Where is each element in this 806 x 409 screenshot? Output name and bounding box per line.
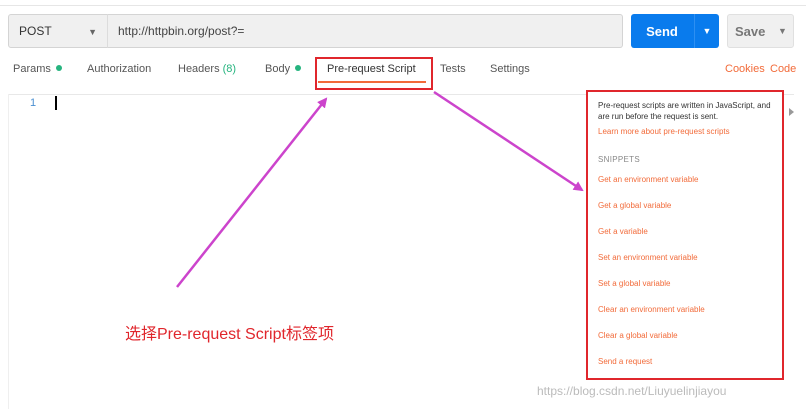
annotation-arrow-to-tab xyxy=(176,97,328,288)
annotation-caption: 选择Pre-request Script标签项 xyxy=(125,326,334,343)
watermark-text: https://blog.csdn.net/Liuyuelinjiayou xyxy=(537,384,727,398)
annotation-arrow-to-snippets xyxy=(433,90,584,192)
annotation-arrows xyxy=(176,90,584,288)
